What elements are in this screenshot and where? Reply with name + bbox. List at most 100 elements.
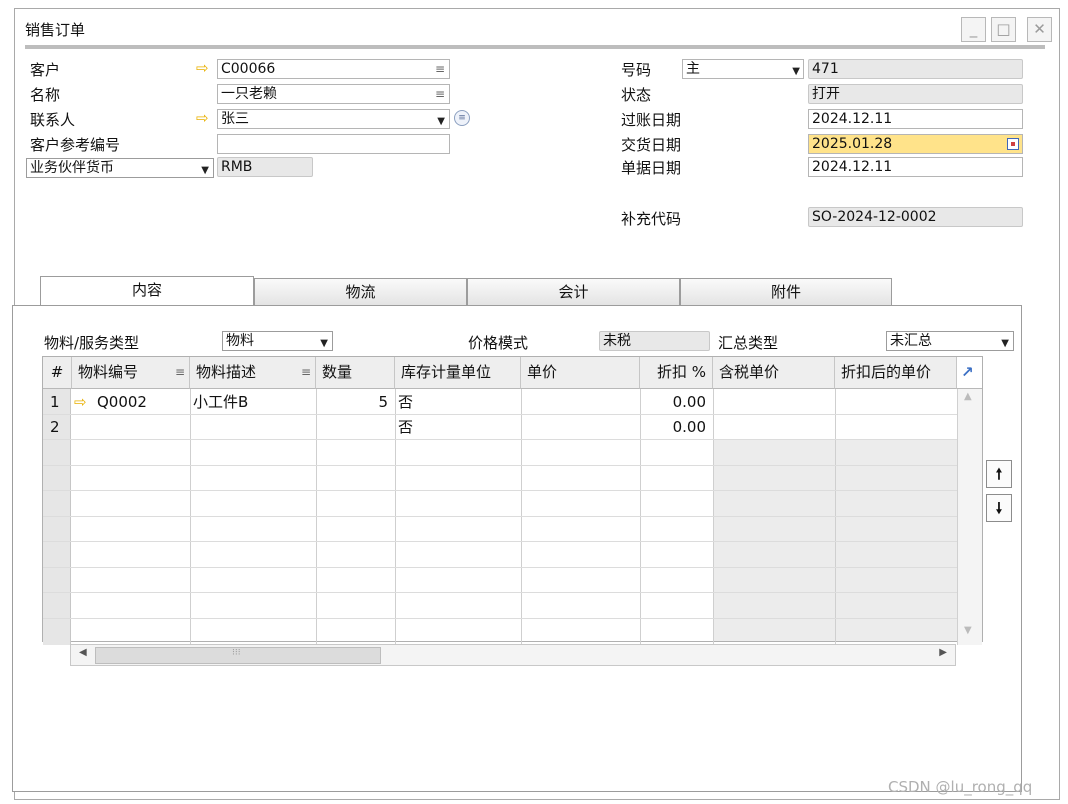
grid-hline <box>43 414 959 415</box>
delivery-date-input[interactable]: 2025.01.28 <box>808 134 1023 154</box>
link-arrow-icon[interactable]: ⇨ <box>74 390 87 414</box>
scroll-left-icon[interactable]: ◀ <box>79 647 87 658</box>
contact-details-icon[interactable]: ≡ <box>454 110 470 126</box>
window-title: 销售订单 <box>25 21 86 39</box>
dropdown-arrow-icon[interactable]: ▼ <box>201 162 209 177</box>
qty-cell[interactable]: 5 <box>316 390 388 414</box>
uom-cell[interactable]: 否 <box>398 415 413 439</box>
tab-accounting[interactable]: 会计 <box>467 278 680 305</box>
tab-content[interactable]: 内容 <box>40 276 254 306</box>
close-button[interactable]: ✕ <box>1027 17 1052 42</box>
discount-cell[interactable]: 0.00 <box>640 390 706 414</box>
watermark: CSDN @lu_rong_qq <box>888 778 1033 796</box>
item-desc-cell[interactable]: 小工件B <box>193 390 248 414</box>
dropdown-arrow-icon[interactable]: ▼ <box>437 113 445 128</box>
move-up-button[interactable]: 🠕 <box>986 460 1012 488</box>
customer-value: C00066 <box>221 61 276 77</box>
summary-type-label: 汇总类型 <box>718 334 779 352</box>
grid-vline <box>521 389 522 645</box>
series-select[interactable]: 主 ▼ <box>682 59 804 79</box>
col-header-gross-price[interactable]: 含税单价 <box>713 357 835 389</box>
item-type-value: 物料 <box>226 333 254 349</box>
grid-hline <box>43 541 959 542</box>
list-lines-icon[interactable]: ≡ <box>435 85 445 103</box>
grid-hline <box>43 592 959 593</box>
scroll-up-icon[interactable]: ▲ <box>964 391 972 402</box>
price-mode-label: 价格模式 <box>468 334 529 352</box>
link-arrow-icon[interactable]: ⇨ <box>196 109 209 127</box>
move-up-icon: 🠕 <box>995 465 1003 483</box>
name-field[interactable]: 一只老赖 ≡ <box>217 84 450 104</box>
col-header-item-code[interactable]: 物料编号 ≡ <box>72 357 190 389</box>
item-code-cell[interactable]: Q0002 <box>97 390 147 414</box>
horizontal-scrollbar[interactable]: ◀ ⁝⁝⁝ ▶ <box>70 644 956 666</box>
tab-attachments[interactable]: 附件 <box>680 278 892 305</box>
discount-cell[interactable]: 0.00 <box>640 415 706 439</box>
col-header-discount[interactable]: 折扣 % <box>640 357 713 389</box>
row-index: 2 <box>50 418 60 436</box>
col-header-uom[interactable]: 库存计量单位 <box>395 357 521 389</box>
row-index: 1 <box>50 393 60 411</box>
grid-hline <box>43 439 959 440</box>
name-value: 一只老赖 <box>221 86 277 102</box>
grid-vline <box>713 389 714 645</box>
list-lines-icon[interactable]: ≡ <box>435 60 445 78</box>
grip-icon: ⁝⁝⁝ <box>232 648 241 658</box>
grid-hline <box>43 490 959 491</box>
contact-label: 联系人 <box>30 111 76 129</box>
move-down-button[interactable]: 🠗 <box>986 494 1012 522</box>
expand-corner-icon[interactable]: ↗ <box>957 357 982 389</box>
scroll-thumb[interactable]: ⁝⁝⁝ <box>95 647 381 664</box>
col-header-qty[interactable]: 数量 <box>316 357 395 389</box>
maximize-button[interactable]: □ <box>991 17 1016 42</box>
delivery-date-label: 交货日期 <box>621 136 682 154</box>
customer-field[interactable]: C00066 ≡ <box>217 59 450 79</box>
currency-type-label: 业务伙伴货币 <box>30 160 114 176</box>
summary-type-select[interactable]: 未汇总 ▼ <box>886 331 1014 351</box>
col-header-index[interactable]: # <box>43 357 72 389</box>
list-lines-icon: ≡ <box>174 365 185 379</box>
grid-hline <box>43 567 959 568</box>
link-arrow-icon[interactable]: ⇨ <box>196 59 209 77</box>
item-type-label: 物料/服务类型 <box>44 334 140 352</box>
minimize-button[interactable]: _ <box>961 17 986 42</box>
list-lines-icon: ≡ <box>300 365 311 379</box>
grid-vline <box>190 389 191 645</box>
tab-logistics[interactable]: 物流 <box>254 278 467 305</box>
grid-vline <box>395 389 396 645</box>
number-label: 号码 <box>621 61 652 79</box>
doc-number-value: 471 <box>808 59 1023 79</box>
vertical-scrollbar[interactable]: ▲ ▼ <box>957 389 982 645</box>
col-header-price[interactable]: 单价 <box>521 357 640 389</box>
customer-ref-label: 客户参考编号 <box>30 136 121 154</box>
dropdown-arrow-icon[interactable]: ▼ <box>792 63 800 78</box>
extra-code-label: 补充代码 <box>621 210 682 228</box>
scroll-right-icon[interactable]: ▶ <box>939 647 947 658</box>
item-type-select[interactable]: 物料 ▼ <box>222 331 333 351</box>
dropdown-arrow-icon[interactable]: ▼ <box>320 335 328 350</box>
move-down-icon: 🠗 <box>995 499 1003 517</box>
title-divider <box>25 45 1045 49</box>
scroll-down-icon[interactable]: ▼ <box>964 625 972 636</box>
grid-hline <box>43 516 959 517</box>
currency-type-select[interactable]: 业务伙伴货币 ▼ <box>26 158 214 178</box>
title-bar: 销售订单 _ □ ✕ <box>15 9 1059 49</box>
customer-ref-input[interactable] <box>217 134 450 154</box>
doc-date-input[interactable]: 2024.12.11 <box>808 157 1023 177</box>
dropdown-arrow-icon[interactable]: ▼ <box>1001 335 1009 350</box>
contact-value: 张三 <box>221 111 249 127</box>
series-value: 主 <box>686 61 700 77</box>
posting-date-label: 过账日期 <box>621 111 682 129</box>
col-header-item-desc-text: 物料描述 <box>196 363 257 381</box>
grid-vline <box>316 389 317 645</box>
name-label: 名称 <box>30 86 61 104</box>
posting-date-input[interactable]: 2024.12.11 <box>808 109 1023 129</box>
doc-date-label: 单据日期 <box>621 159 682 177</box>
col-header-item-desc[interactable]: 物料描述 ≡ <box>190 357 316 389</box>
delivery-date-value: 2025.01.28 <box>812 136 893 152</box>
contact-field[interactable]: 张三 ▼ <box>217 109 450 129</box>
col-header-net-price[interactable]: 折扣后的单价 <box>835 357 957 389</box>
calendar-icon[interactable] <box>1007 138 1019 150</box>
extra-code-value: SO-2024-12-0002 <box>808 207 1023 227</box>
uom-cell[interactable]: 否 <box>398 390 413 414</box>
